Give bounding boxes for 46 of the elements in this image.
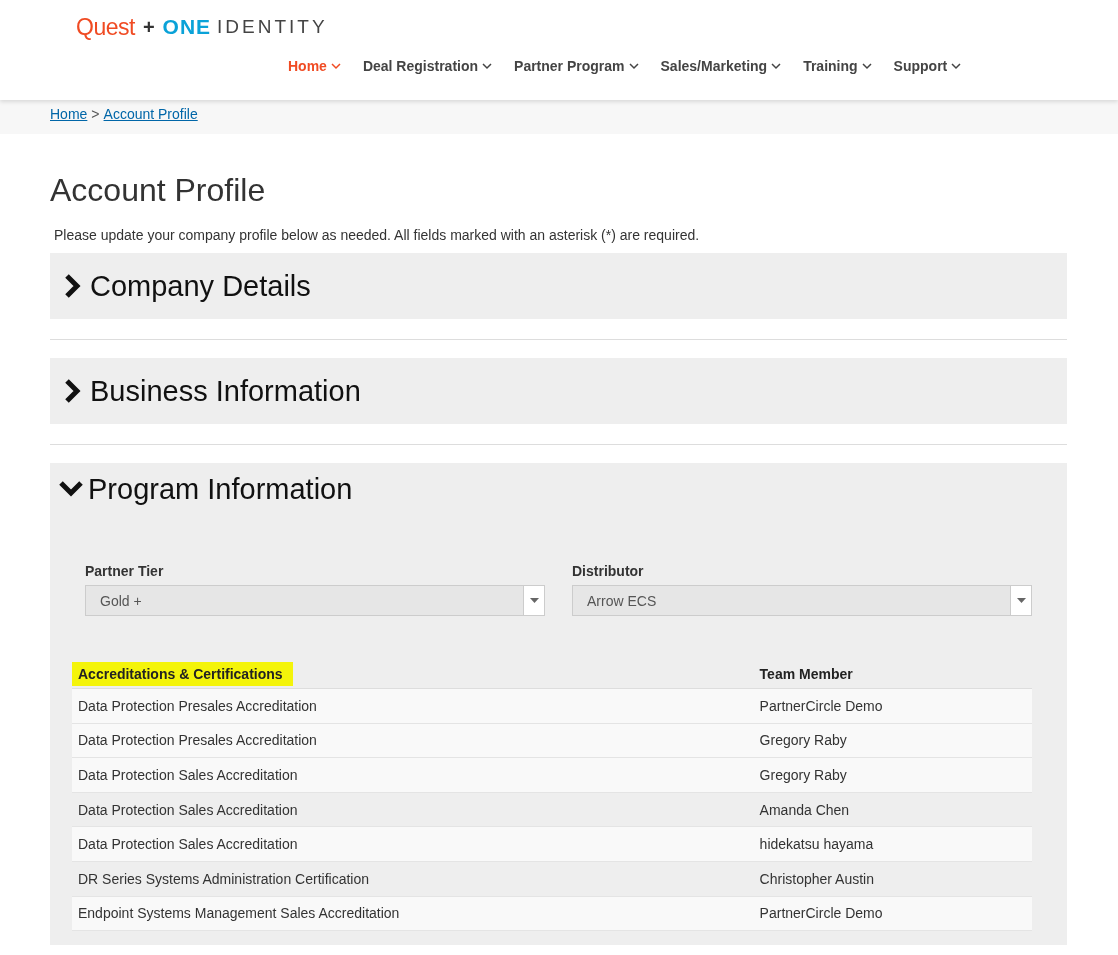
nav-menu-item[interactable]: Home bbox=[288, 58, 341, 74]
table-cell: Christopher Austin bbox=[753, 861, 1032, 897]
nav-menu-item[interactable]: Deal Registration bbox=[362, 58, 493, 74]
intro-text: Please update your company profile below as needed. All fields marked with an asterisk (*) are required. bbox=[54, 227, 701, 243]
dropdown-arrow-icon bbox=[1016, 598, 1026, 603]
nav-menu-item[interactable]: Training bbox=[803, 58, 872, 74]
nav-menu-item[interactable]: Sales/Marketing bbox=[660, 58, 782, 74]
chevron-right-icon bbox=[64, 273, 82, 299]
caret-icon bbox=[951, 62, 962, 70]
logo-text: ONE bbox=[162, 15, 212, 39]
table-cell: Data Protection Presales Accreditation bbox=[72, 688, 754, 724]
caret-icon bbox=[628, 62, 639, 70]
nav-menu-item[interactable]: Partner Program bbox=[514, 58, 639, 74]
table-cell: DR Series Systems Administration Certification bbox=[72, 861, 754, 897]
table-cell: Amanda Chen bbox=[753, 792, 1032, 827]
caret-icon bbox=[771, 62, 782, 70]
table-cell: Data Protection Presales Accreditation bbox=[72, 723, 754, 758]
table-cell: Data Protection Sales Accreditation bbox=[72, 792, 754, 827]
nav-menu-item[interactable]: Support bbox=[893, 58, 962, 74]
logo-plus: + bbox=[142, 15, 155, 39]
dropdown-arrow-icon bbox=[529, 598, 539, 603]
breadcrumb-link[interactable]: Home bbox=[50, 106, 88, 128]
table-cell: Endpoint Systems Management Sales Accreditation bbox=[72, 896, 754, 931]
caret-icon bbox=[330, 62, 341, 70]
table-cell: Gregory Raby bbox=[753, 757, 1032, 793]
table-cell: PartnerCircle Demo bbox=[753, 896, 1032, 931]
field-label: Distributor bbox=[572, 563, 645, 579]
table-cell: Data Protection Sales Accreditation bbox=[72, 757, 754, 793]
breadcrumb-link[interactable]: Account Profile bbox=[103, 106, 198, 128]
chevron-down-icon bbox=[58, 480, 84, 498]
caret-icon bbox=[482, 62, 493, 70]
page-title: Account Profile bbox=[50, 172, 267, 209]
breadcrumb-separator: > bbox=[91, 106, 100, 124]
column-header: Team Member bbox=[758, 665, 854, 684]
logo-text: Quest bbox=[76, 13, 135, 41]
field-label: Partner Tier bbox=[85, 563, 165, 579]
table-cell: Gregory Raby bbox=[753, 723, 1032, 758]
table-cell: hidekatsu hayama bbox=[753, 826, 1032, 862]
table-cell: Data Protection Sales Accreditation bbox=[72, 826, 754, 862]
logo-text: IDENTITY bbox=[217, 16, 328, 38]
caret-icon bbox=[861, 62, 872, 70]
column-header: Accreditations & Certifications bbox=[72, 662, 293, 686]
select-field[interactable]: Gold + bbox=[85, 585, 545, 616]
chevron-right-icon bbox=[64, 378, 82, 404]
select-field[interactable]: Arrow ECS bbox=[572, 585, 1032, 616]
table-cell: PartnerCircle Demo bbox=[753, 688, 1032, 724]
